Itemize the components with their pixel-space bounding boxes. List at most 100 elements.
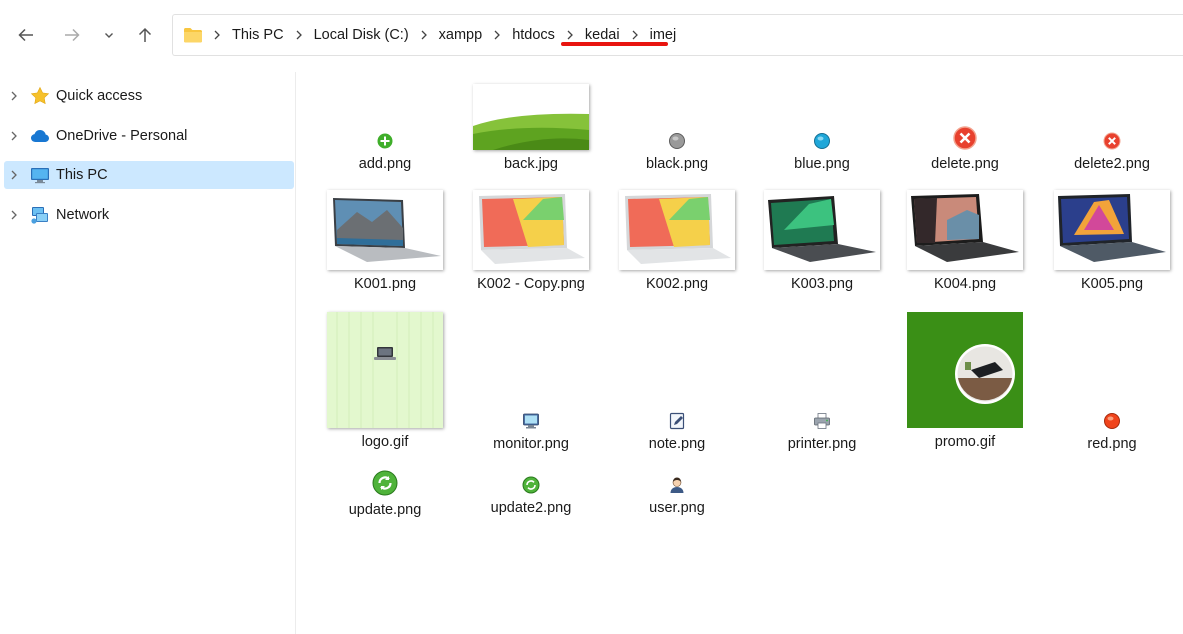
laptop-thumbnail [473,190,589,270]
sidebar-item-network[interactable]: Network [4,201,294,229]
navigation-bar: This PC Local Disk (C:) xampp htdocs ked… [0,0,1183,72]
up-button[interactable] [132,22,158,48]
green-wave-thumbnail [473,84,589,150]
file-item[interactable]: monitor.png [461,412,601,452]
file-item[interactable]: K003.png [752,190,892,292]
file-item[interactable]: red.png [1042,412,1182,452]
file-item[interactable]: printer.png [752,412,892,452]
grey-circle-icon [668,132,686,150]
file-item[interactable]: K002 - Copy.png [461,190,601,292]
file-name: K004.png [933,276,997,292]
chevron-down-icon [105,33,113,38]
chevron-right-icon [567,30,573,40]
breadcrumb-separator[interactable] [420,30,428,40]
file-name: K003.png [790,276,854,292]
red-underline-annotation [561,42,668,46]
file-name: K002 - Copy.png [477,276,585,292]
file-item[interactable]: delete.png [895,126,1035,172]
sidebar-item-this-pc[interactable]: This PC [4,161,294,189]
file-item[interactable]: logo.gif [315,312,455,450]
breadcrumb-imej[interactable]: imej [650,27,677,43]
chevron-right-icon[interactable] [10,131,18,141]
red-circle-icon [1103,412,1121,430]
logo-thumbnail [327,312,443,428]
file-item[interactable]: update.png [315,470,455,518]
file-item[interactable]: note.png [607,412,747,452]
blue-circle-icon [813,132,831,150]
laptop-thumbnail [1054,190,1170,270]
file-item[interactable]: user.png [607,476,747,516]
file-item[interactable]: black.png [607,132,747,172]
file-name: K001.png [353,276,417,292]
file-name: add.png [358,156,412,172]
file-item[interactable]: K005.png [1042,190,1182,292]
file-item[interactable]: K002.png [607,190,747,292]
breadcrumb-xampp[interactable]: xampp [439,27,483,43]
sidebar-item-label: Quick access [56,88,143,104]
breadcrumb-separator[interactable] [213,30,221,40]
laptop-thumbnail [619,190,735,270]
cloud-icon [31,130,49,142]
update-icon [522,476,540,494]
file-item[interactable]: delete2.png [1042,132,1182,172]
file-name: blue.png [794,156,850,172]
breadcrumb-local-disk[interactable]: Local Disk (C:) [314,27,409,43]
file-name: note.png [648,436,706,452]
promo-thumbnail [907,312,1023,428]
chevron-right-icon [494,30,501,40]
sidebar-item-label: OneDrive - Personal [56,128,188,144]
chevron-right-icon[interactable] [10,210,18,220]
monitor-icon [31,168,49,184]
delete-icon [1103,132,1121,150]
file-name: red.png [1087,436,1137,452]
sidebar-item-onedrive[interactable]: OneDrive - Personal [4,122,294,150]
arrow-right-icon [65,28,80,42]
file-item[interactable]: blue.png [752,132,892,172]
chevron-right-icon[interactable] [10,170,18,180]
sidebar-item-quick-access[interactable]: Quick access [4,82,294,110]
user-icon [668,476,686,494]
chevron-right-icon [296,30,302,40]
recent-locations-button[interactable] [96,22,122,48]
chevron-right-icon [421,30,427,40]
back-button[interactable] [13,22,39,48]
file-list: add.png back.jpg black.png blue.png dele… [297,72,1183,634]
file-name: black.png [645,156,709,172]
forward-button[interactable] [59,22,85,48]
file-item[interactable]: update2.png [461,476,601,516]
add-icon [376,132,394,150]
file-item[interactable]: back.jpg [461,84,601,172]
breadcrumb-this-pc[interactable]: This PC [232,27,284,43]
chevron-right-icon [632,30,638,40]
update-icon [372,470,398,496]
note-icon [668,412,686,430]
address-bar[interactable]: This PC Local Disk (C:) xampp htdocs ked… [172,14,1183,56]
file-name: update.png [348,502,422,518]
file-name: monitor.png [493,436,569,452]
file-item[interactable]: K004.png [895,190,1035,292]
breadcrumb-separator[interactable] [493,30,501,40]
breadcrumb-separator[interactable] [295,30,303,40]
breadcrumb-kedai[interactable]: kedai [585,27,620,43]
laptop-thumbnail [327,190,443,270]
file-item[interactable]: add.png [315,132,455,172]
file-name: user.png [649,500,705,516]
breadcrumb-separator[interactable] [631,30,639,40]
breadcrumb-htdocs[interactable]: htdocs [512,27,555,43]
file-item[interactable]: K001.png [315,190,455,292]
file-name: printer.png [787,436,857,452]
delete-icon [953,126,977,150]
laptop-thumbnail [764,190,880,270]
breadcrumb-separator[interactable] [566,30,574,40]
folder-icon [184,28,202,43]
file-name: back.jpg [503,156,558,172]
chevron-right-icon[interactable] [10,91,18,101]
file-name: delete2.png [1074,156,1150,172]
file-item[interactable]: promo.gif [895,312,1035,450]
star-icon [30,86,50,105]
arrow-up-icon [138,27,152,42]
file-name: promo.gif [934,434,996,450]
printer-icon [813,412,831,430]
file-name: K002.png [645,276,709,292]
laptop-thumbnail [907,190,1023,270]
